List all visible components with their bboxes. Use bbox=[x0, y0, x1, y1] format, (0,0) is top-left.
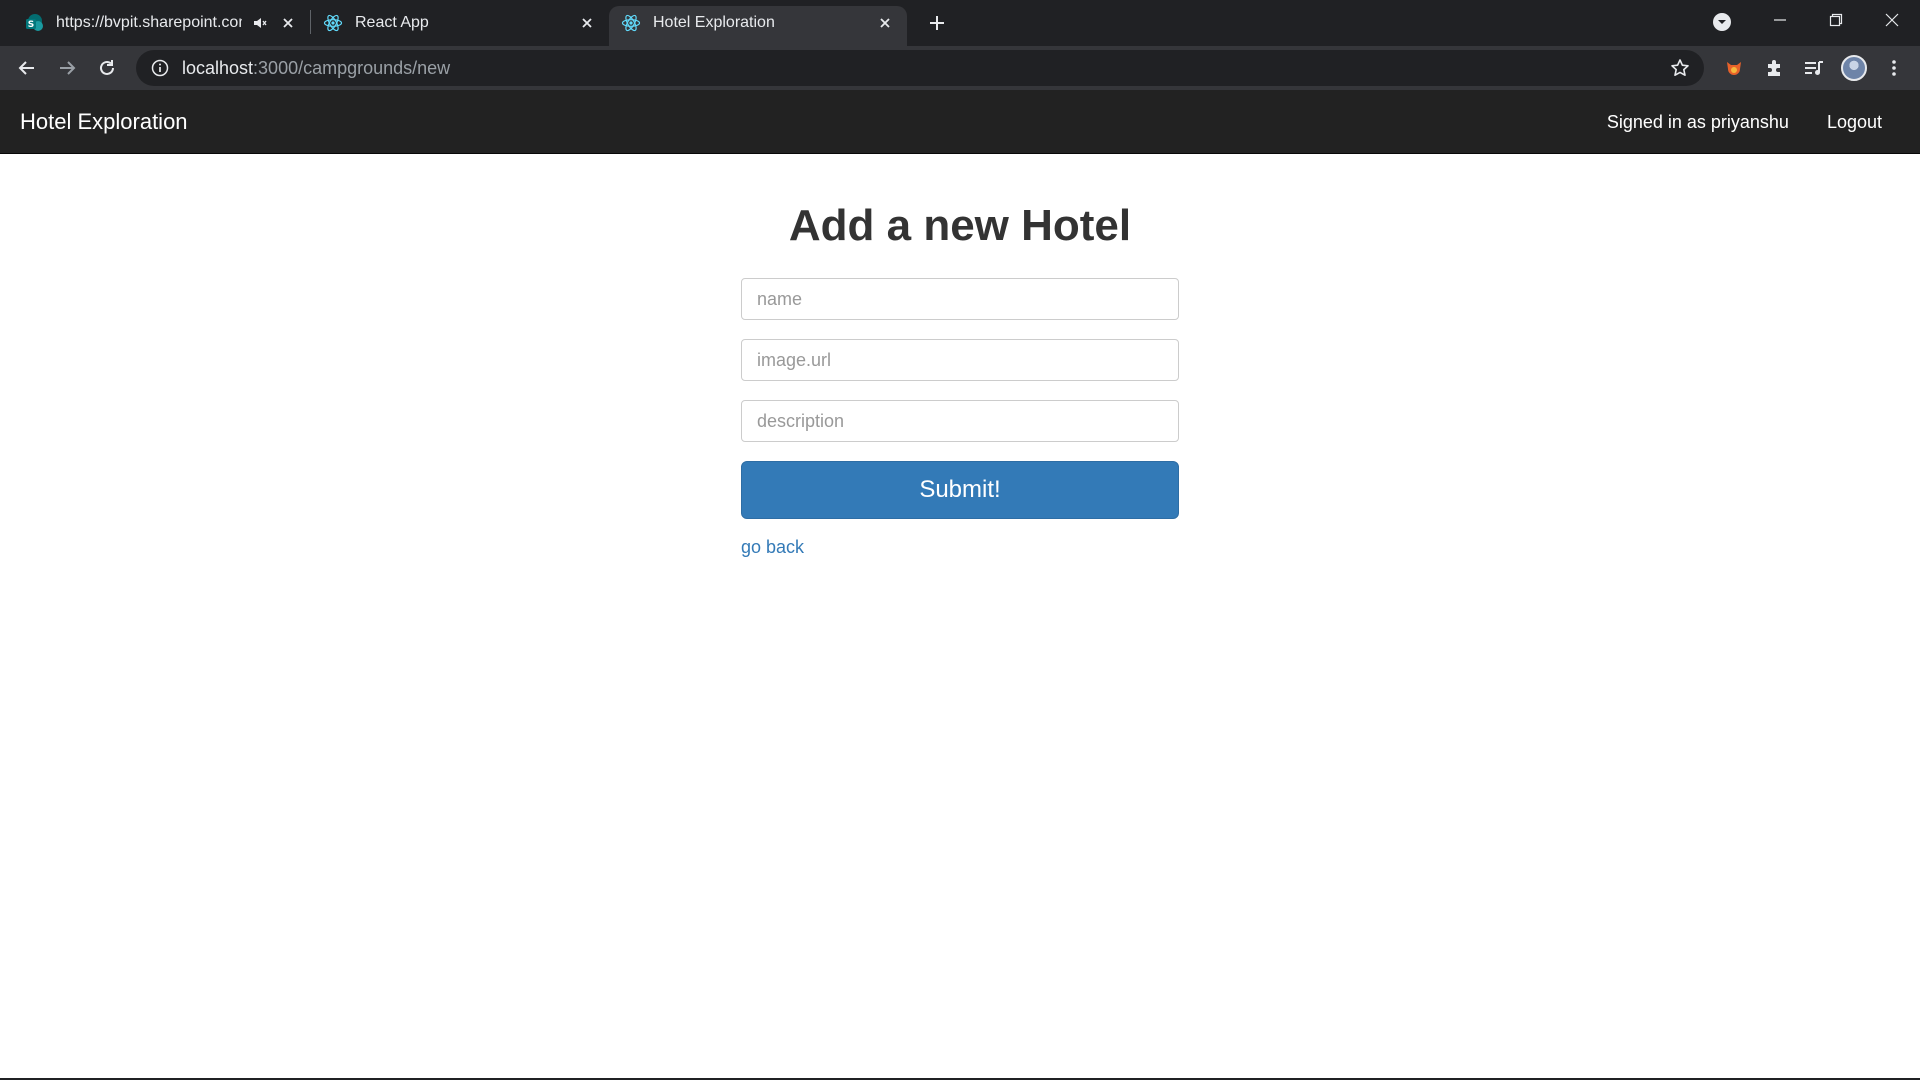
navbar-brand[interactable]: Hotel Exploration bbox=[20, 90, 188, 154]
tab-title: React App bbox=[355, 14, 429, 31]
restore-icon[interactable] bbox=[1808, 0, 1864, 40]
close-window-icon[interactable] bbox=[1864, 0, 1920, 40]
avatar bbox=[1841, 55, 1867, 81]
address-host: localhost bbox=[182, 57, 254, 78]
go-back-link[interactable]: go back bbox=[741, 537, 804, 557]
logout-link[interactable]: Logout bbox=[1827, 112, 1882, 133]
close-icon[interactable] bbox=[577, 13, 597, 33]
minimize-icon[interactable] bbox=[1752, 0, 1808, 40]
profile-avatar[interactable] bbox=[1834, 48, 1874, 88]
react-icon bbox=[323, 13, 343, 33]
info-icon[interactable] bbox=[150, 58, 170, 78]
name-input[interactable] bbox=[741, 278, 1179, 320]
tab-search-button[interactable] bbox=[1706, 8, 1738, 36]
bookmark-star-icon[interactable] bbox=[1670, 58, 1690, 78]
forward-arrow-icon[interactable] bbox=[47, 48, 87, 88]
address-bar[interactable]: localhost:3000/campgrounds/new bbox=[136, 50, 1704, 86]
new-tab-button[interactable] bbox=[919, 5, 955, 41]
puzzle-extensions-icon[interactable] bbox=[1754, 48, 1794, 88]
react-icon bbox=[621, 13, 641, 33]
submit-button[interactable]: Submit! bbox=[741, 461, 1179, 519]
extensions-area bbox=[1714, 46, 1920, 90]
page-content: Hotel Exploration Signed in as priyanshu… bbox=[0, 90, 1920, 1080]
sharepoint-icon: S bbox=[24, 13, 44, 33]
signed-in-text: Signed in as priyanshu bbox=[1606, 111, 1789, 132]
description-input[interactable] bbox=[741, 400, 1179, 442]
tab-title: Hotel Exploration bbox=[653, 14, 775, 31]
tab-sharepoint[interactable]: S https://bvpit.sharepoint.com/ bbox=[12, 6, 310, 46]
reload-icon[interactable] bbox=[87, 48, 127, 88]
app-navbar: Hotel Exploration Signed in as priyanshu… bbox=[0, 90, 1920, 154]
address-path: :3000/campgrounds/new bbox=[253, 57, 451, 78]
new-hotel-form: Add a new Hotel Submit! go back bbox=[741, 200, 1179, 558]
close-icon[interactable] bbox=[278, 13, 298, 33]
window-controls bbox=[1752, 0, 1920, 40]
tab-title: https://bvpit.sharepoint.com/ bbox=[56, 14, 242, 31]
speaker-mute-icon[interactable] bbox=[250, 13, 270, 33]
close-icon[interactable] bbox=[875, 13, 895, 33]
media-queue-icon[interactable] bbox=[1794, 48, 1834, 88]
navbar-right: Signed in as priyanshu Logout bbox=[1607, 90, 1882, 154]
more-menu-icon[interactable] bbox=[1874, 48, 1914, 88]
image-url-input[interactable] bbox=[741, 339, 1179, 381]
svg-text:S: S bbox=[28, 20, 34, 30]
browser-toolbar: localhost:3000/campgrounds/new bbox=[0, 46, 1920, 90]
tab-hotel-exploration[interactable]: Hotel Exploration bbox=[609, 6, 907, 46]
back-arrow-icon[interactable] bbox=[7, 48, 47, 88]
fox-extension-icon[interactable] bbox=[1714, 48, 1754, 88]
page-title: Add a new Hotel bbox=[788, 201, 1132, 250]
tab-react-app[interactable]: React App bbox=[311, 6, 609, 46]
browser-tab-strip: S https://bvpit.sharepoint.com/ React Ap… bbox=[0, 0, 1920, 46]
